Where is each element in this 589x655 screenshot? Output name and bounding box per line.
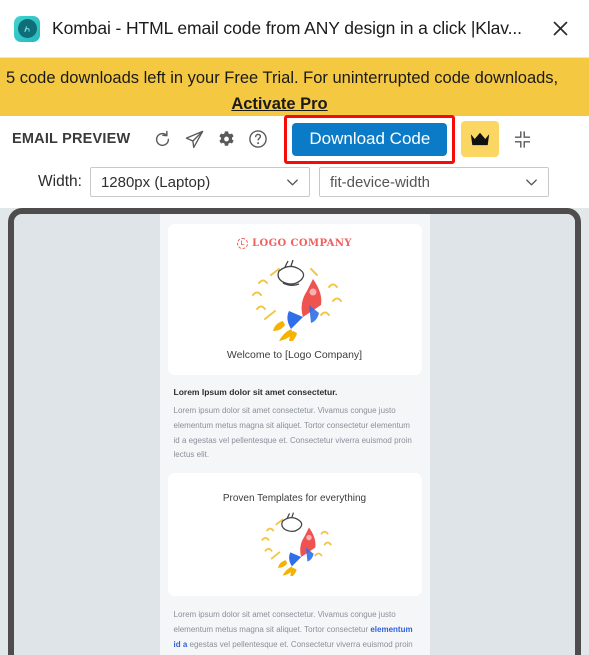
width-controls-row: Width: 1280px (Laptop) fit-device-width xyxy=(0,162,589,202)
download-code-highlight: Download Code xyxy=(284,114,456,164)
help-circle-icon[interactable] xyxy=(242,123,274,155)
outro-body: Lorem ipsum dolor sit amet consectetur. … xyxy=(174,608,416,655)
templates-title: Proven Templates for everything xyxy=(222,493,367,505)
intro-heading: Lorem Ipsum dolor sit amet consectetur. xyxy=(173,387,338,397)
download-code-button[interactable]: Download Code xyxy=(292,122,448,156)
intro-body: Lorem ipsum dolor sit amet consectetur. … xyxy=(173,406,412,460)
close-icon[interactable] xyxy=(543,12,577,46)
intro-paragraph-block: Lorem Ipsum dolor sit amet consectetur. … xyxy=(160,387,430,473)
email-preview-label: EMAIL PREVIEW xyxy=(12,131,131,147)
logo-mark-icon: L xyxy=(237,238,249,249)
gear-icon[interactable] xyxy=(210,123,242,155)
crown-icon[interactable] xyxy=(461,121,500,157)
fit-width-select[interactable]: fit-device-width xyxy=(318,167,549,197)
rocket-illustration xyxy=(178,506,412,582)
window-title: Kombai - HTML email code from ANY design… xyxy=(52,18,522,38)
outro-body-pre: Lorem ipsum dolor sit amet consectetur. … xyxy=(173,610,396,635)
email-logo: L LOGO COMPANY xyxy=(178,238,412,249)
send-icon[interactable] xyxy=(178,123,210,155)
chevron-down-icon xyxy=(285,175,300,190)
preview-toolbar: EMAIL PREVIEW Download Code xyxy=(0,114,589,164)
device-viewport[interactable]: L LOGO COMPANY Welcome to [Logo Company]… xyxy=(14,214,575,655)
chevron-down-icon xyxy=(524,175,539,190)
email-content-column: L LOGO COMPANY Welcome to [Logo Company]… xyxy=(159,214,430,655)
device-width-select[interactable]: 1280px (Laptop) xyxy=(89,167,310,197)
email-hero-card: L LOGO COMPANY Welcome to [Logo Company] xyxy=(167,224,422,375)
device-width-value: 1280px (Laptop) xyxy=(100,173,211,191)
templates-card: Proven Templates for everything xyxy=(167,473,422,597)
fit-width-value: fit-device-width xyxy=(329,173,430,191)
outro-paragraph-block: Lorem ipsum dolor sit amet consectetur. … xyxy=(160,608,430,655)
logo-company-text: LOGO COMPANY xyxy=(252,238,352,249)
kombai-preview-window: Kombai - HTML email code from ANY design… xyxy=(0,0,589,655)
width-label: Width: xyxy=(38,173,82,190)
device-frame: L LOGO COMPANY Welcome to [Logo Company]… xyxy=(8,208,581,655)
preview-stage: L LOGO COMPANY Welcome to [Logo Company]… xyxy=(0,208,589,655)
refresh-icon[interactable] xyxy=(146,123,178,155)
activate-pro-link[interactable]: Activate Pro xyxy=(0,92,589,116)
title-bar: Kombai - HTML email code from ANY design… xyxy=(0,0,589,58)
trial-banner: 5 code downloads left in your Free Trial… xyxy=(0,58,589,116)
rocket-illustration xyxy=(178,253,412,347)
outro-body-post: egestas vel pellentesque et. Consectetur… xyxy=(174,639,413,655)
collapse-icon[interactable] xyxy=(505,122,539,156)
kombai-logo-icon xyxy=(14,15,40,42)
welcome-heading: Welcome to [Logo Company] xyxy=(226,349,363,361)
trial-banner-message: 5 code downloads left in your Free Trial… xyxy=(6,69,559,87)
